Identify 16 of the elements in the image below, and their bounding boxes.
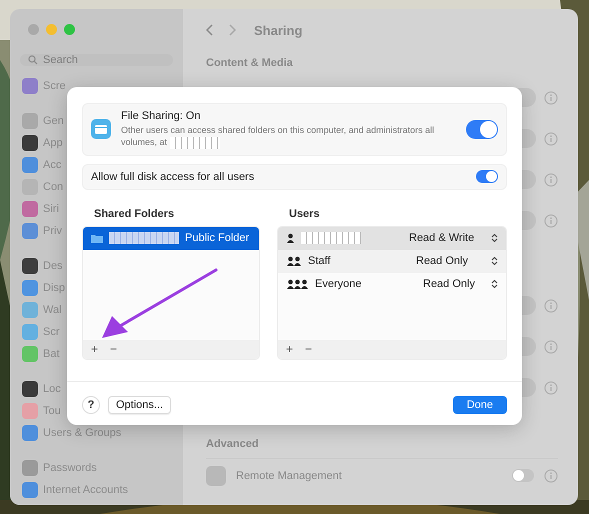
window-title: Sharing	[254, 22, 302, 38]
card-description: Other users can access shared folders on this computer, and administrators all volumes, at	[121, 124, 436, 149]
column-heading: Shared Folders	[94, 208, 176, 220]
section-heading: Advanced	[206, 438, 260, 450]
section-heading: Content & Media	[206, 57, 294, 69]
permission-value: Read & Write	[409, 232, 476, 244]
setting-label: Allow full disk access for all users	[91, 170, 256, 183]
permission-value: Read Only	[416, 255, 469, 268]
user-name: Staff	[308, 255, 332, 268]
card-title: File Sharing: On	[121, 110, 202, 122]
setting-label: Remote Management	[236, 470, 343, 482]
user-name: Everyone	[315, 278, 362, 290]
folder-name: Public Folder	[185, 232, 250, 244]
permission-value: Read Only	[423, 278, 476, 290]
column-heading: Users	[289, 208, 321, 220]
search-placeholder: Search	[43, 54, 78, 66]
